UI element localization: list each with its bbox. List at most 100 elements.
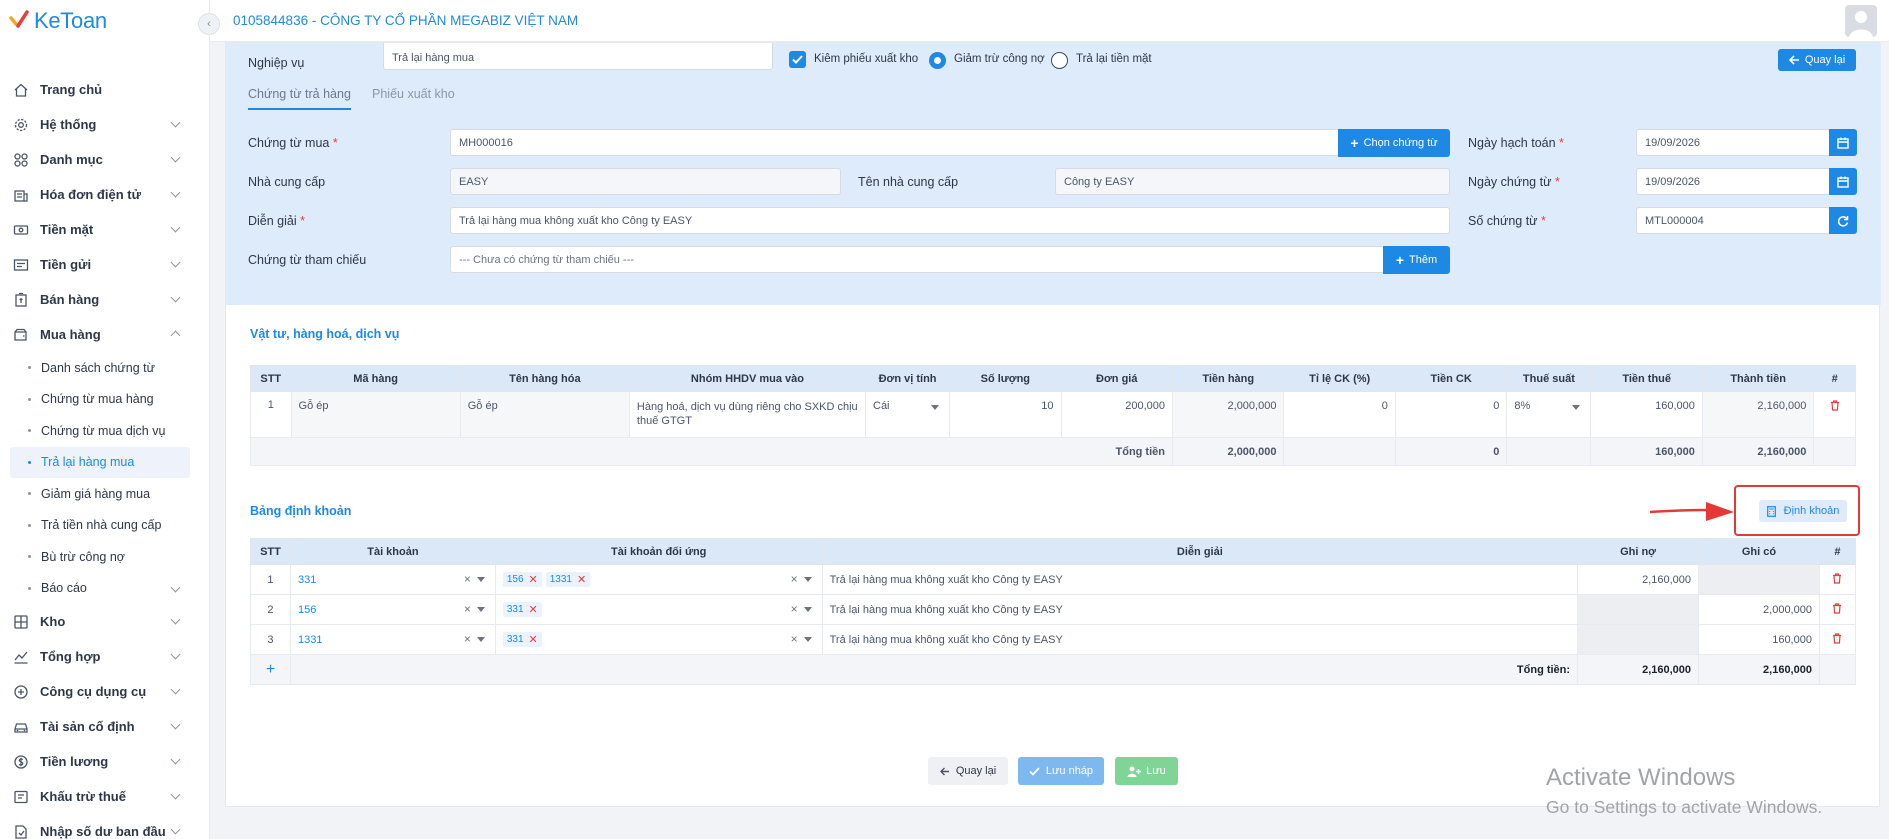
account-tag[interactable]: 156 ✕ [502, 572, 542, 587]
nha-cung-cap-input[interactable]: EASY [450, 168, 841, 195]
sidebar-item-trang-chu[interactable]: Trang chủ [0, 72, 209, 107]
goods-thue-suat[interactable]: 8% [1506, 391, 1592, 438]
ten-ncc-input[interactable]: Công ty EASY [1055, 168, 1450, 195]
sidebar-item-danh-muc[interactable]: Danh mục [0, 142, 209, 177]
remove-tag-icon[interactable]: ✕ [529, 573, 538, 586]
sidebar-item-cong-cu-dung-cu[interactable]: Công cụ dụng cụ [0, 674, 209, 709]
chon-chung-tu-button[interactable]: + Chọn chứng từ [1338, 129, 1450, 157]
entry-tai-khoan-select[interactable]: 156 × [289, 594, 496, 625]
ngay-chung-tu-calendar-button[interactable] [1829, 168, 1857, 195]
sidebar-item-khau-tru-thue[interactable]: Khấu trừ thuế [0, 779, 209, 814]
clear-icon[interactable]: × [464, 572, 471, 586]
entry-dien-giai[interactable]: Trả lại hàng mua không xuất kho Công ty … [821, 594, 1579, 625]
entry-doi-ung-select[interactable]: 331 ✕ × [494, 594, 823, 625]
sidebar-subitem[interactable]: Báo cáo [0, 573, 209, 605]
sidebar-item-tien-luong[interactable]: Tiền lương [0, 744, 209, 779]
them-tham-chieu-button[interactable]: + Thêm [1383, 246, 1450, 274]
entry-ghi-no[interactable] [1577, 594, 1700, 625]
sidebar-subitem[interactable]: Bù trừ công nợ [0, 541, 209, 573]
chung-tu-mua-input[interactable]: MH000016 [450, 129, 1345, 156]
sidebar-item-tien-gui[interactable]: Tiền gửi [0, 247, 209, 282]
goods-ti-le-ck[interactable]: 0 [1283, 391, 1396, 438]
entry-doi-ung-select[interactable]: 331 ✕ × [494, 624, 823, 655]
sidebar-item-tien-mat[interactable]: Tiền mặt [0, 212, 209, 247]
entry-tai-khoan-select[interactable]: 331 × [289, 564, 496, 595]
tham-chieu-input[interactable]: --- Chưa có chứng từ tham chiếu --- [450, 246, 1385, 273]
logo[interactable]: KeToan [0, 0, 209, 42]
remove-tag-icon[interactable]: ✕ [529, 633, 538, 646]
avatar[interactable] [1845, 5, 1877, 37]
footer-back-button[interactable]: Quay lại [928, 757, 1008, 785]
entry-ghi-co[interactable]: 2,000,000 [1698, 594, 1820, 625]
sidebar-item-hoa-don-dien-tu[interactable]: Hóa đơn điện tử [0, 177, 209, 212]
table-row[interactable]: 1 Gỗ ép Gỗ ép Hàng hoá, dịch vụ dùng riê… [250, 391, 1856, 438]
entry-delete-button[interactable] [1818, 624, 1857, 655]
table-row[interactable]: 3 1331 × 331 ✕ × Trả lại hàng mua không xuất k… [250, 624, 1857, 655]
entry-dien-giai[interactable]: Trả lại hàng mua không xuất kho Công ty … [821, 564, 1579, 595]
kiem-phieu-checkbox[interactable] [789, 51, 806, 68]
footer-save-button[interactable]: Lưu [1115, 757, 1178, 785]
clear-icon[interactable]: × [464, 632, 471, 646]
entry-ghi-co[interactable]: 160,000 [1698, 624, 1820, 655]
ngay-hach-toan-calendar-button[interactable] [1829, 129, 1857, 156]
goods-ma-hang[interactable]: Gỗ ép [290, 391, 461, 438]
tra-lai-tien-mat-radio[interactable] [1051, 52, 1068, 69]
sidebar-item-mua-hang[interactable]: Mua hàng [0, 317, 209, 352]
nghiep-vu-select[interactable]: Trả lại hàng mua [383, 43, 773, 70]
ngay-hach-toan-input[interactable]: 19/09/2026 [1636, 129, 1830, 156]
entry-dien-giai[interactable]: Trả lại hàng mua không xuất kho Công ty … [821, 624, 1579, 655]
sidebar-item-kho[interactable]: Kho [0, 604, 209, 639]
dien-giai-input[interactable]: Trả lại hàng mua không xuất kho Công ty … [450, 207, 1450, 234]
back-top-button[interactable]: Quay lại [1778, 49, 1856, 71]
entry-delete-button[interactable] [1818, 564, 1857, 595]
sidebar-item-he-thong[interactable]: Hệ thống [0, 107, 209, 142]
goods-don-vi-tinh[interactable]: Cái [864, 391, 951, 438]
table-row[interactable]: 2 156 × 331 ✕ × Trả lại hàng mua không xuất kh… [250, 594, 1857, 625]
clear-icon[interactable]: × [791, 602, 798, 616]
so-chung-tu-input[interactable]: MTL000004 [1636, 207, 1830, 234]
goods-nhom-hhdv[interactable]: Hàng hoá, dịch vụ dùng riêng cho SXKD ch… [628, 391, 867, 438]
tham-chieu-label: Chứng từ tham chiếu [248, 253, 367, 267]
sidebar-collapse-button[interactable]: ‹ [198, 13, 220, 35]
goods-don-gia[interactable]: 200,000 [1060, 391, 1174, 438]
sidebar-subitem[interactable]: Trả tiền nhà cung cấp [0, 510, 209, 542]
arrow-left-icon [1788, 55, 1799, 65]
clear-icon[interactable]: × [464, 602, 471, 616]
goods-delete-button[interactable] [1813, 391, 1856, 438]
account-tag[interactable]: 1331 ✕ [545, 572, 591, 587]
goods-tien-thue[interactable]: 160,000 [1590, 391, 1703, 438]
sidebar-subitem[interactable]: Giảm giá hàng mua [0, 478, 209, 510]
entry-tai-khoan-select[interactable]: 1331 × [289, 624, 496, 655]
remove-tag-icon[interactable]: ✕ [529, 603, 538, 616]
sidebar-item-tong-hop[interactable]: Tổng hợp [0, 639, 209, 674]
ngay-chung-tu-input[interactable]: 19/09/2026 [1636, 168, 1830, 195]
clear-icon[interactable]: × [791, 572, 798, 586]
remove-tag-icon[interactable]: ✕ [577, 573, 586, 586]
entry-ghi-no[interactable]: 2,160,000 [1577, 564, 1700, 595]
entry-ghi-no[interactable] [1577, 624, 1700, 655]
sidebar-subitem[interactable]: Trả lại hàng mua [10, 446, 190, 478]
account-tag[interactable]: 331 ✕ [502, 602, 542, 617]
entry-delete-button[interactable] [1818, 594, 1857, 625]
dinh-khoan-button[interactable]: Định khoản [1759, 500, 1847, 522]
sidebar-subitem[interactable]: Chứng từ mua hàng [0, 384, 209, 416]
clear-icon[interactable]: × [791, 632, 798, 646]
goods-ten-hang[interactable]: Gỗ ép [459, 391, 630, 438]
tab-chung-tu-tra-hang[interactable]: Chứng từ trả hàng [248, 87, 351, 110]
sidebar-item-nhap-so-du-ban-dau[interactable]: Nhập số dư ban đầu [0, 814, 209, 839]
sidebar-subitem[interactable]: Chứng từ mua dịch vụ [0, 415, 209, 447]
entry-ghi-co[interactable] [1698, 564, 1820, 595]
so-chung-tu-refresh-button[interactable] [1829, 207, 1857, 234]
tab-phieu-xuat-kho[interactable]: Phiếu xuất kho [372, 87, 455, 108]
table-row[interactable]: 1 331 × 156 ✕ 1331 ✕ × Trả lại hàng mua không xu… [250, 564, 1857, 595]
goods-so-luong[interactable]: 10 [949, 391, 1062, 438]
sidebar-item-ban-hang[interactable]: Bán hàng [0, 282, 209, 317]
footer-draft-button[interactable]: Lưu nháp [1018, 757, 1104, 785]
add-entry-button[interactable]: + [250, 654, 291, 685]
entry-doi-ung-select[interactable]: 156 ✕ 1331 ✕ × [494, 564, 823, 595]
account-tag[interactable]: 331 ✕ [502, 632, 542, 647]
sidebar-subitem[interactable]: Danh sách chứng từ [0, 352, 209, 384]
sidebar-item-tai-san-co-dinh[interactable]: Tài sản cố định [0, 709, 209, 744]
giam-tru-radio[interactable] [929, 52, 946, 69]
goods-tien-ck[interactable]: 0 [1394, 391, 1508, 438]
